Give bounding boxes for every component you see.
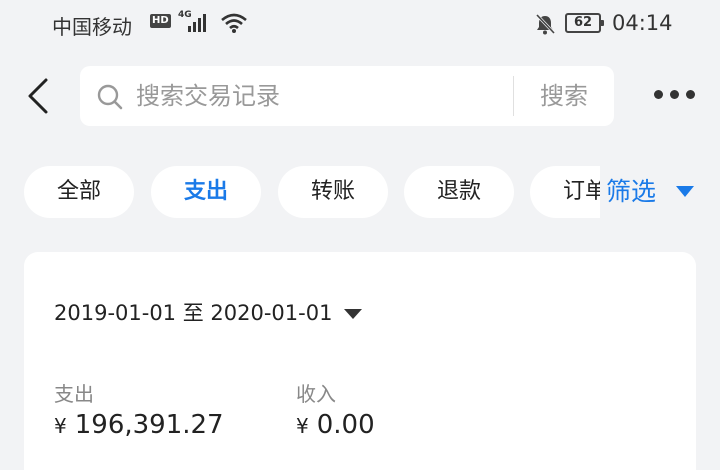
expense-label: 支出 [54, 382, 94, 406]
date-range-text: 2019-01-01 至 2020-01-01 [54, 301, 333, 325]
category-tabs: 全部 支出 转账 退款 订单 筛选 [0, 166, 720, 220]
filter-button[interactable]: 筛选 [600, 166, 720, 218]
status-bar: 中国移动 HD 4G 62 04:14 [0, 0, 720, 50]
caret-down-icon [676, 186, 694, 197]
search-input[interactable] [136, 66, 506, 126]
summary-card: 2019-01-01 至 2020-01-01 支出 ¥196,391.27 收… [24, 252, 696, 470]
expense-amount: ¥196,391.27 [54, 410, 224, 440]
income-amount: ¥0.00 [296, 410, 375, 440]
signal-icon [188, 14, 206, 32]
currency-symbol: ¥ [54, 414, 67, 438]
status-time: 04:14 [612, 11, 673, 35]
battery-indicator: 62 [565, 13, 604, 33]
back-icon[interactable] [22, 76, 54, 116]
tab-refund[interactable]: 退款 [404, 166, 514, 218]
income-value: 0.00 [316, 410, 375, 440]
wifi-icon [221, 13, 247, 33]
bell-off-icon [535, 13, 556, 35]
tab-order[interactable]: 订单 [530, 166, 600, 218]
search-icon [97, 84, 123, 110]
income-label: 收入 [296, 382, 336, 406]
tab-order-clip: 订单 [530, 166, 600, 218]
filter-label: 筛选 [606, 177, 657, 206]
hd-badge: HD [150, 14, 171, 28]
tab-expense[interactable]: 支出 [151, 166, 261, 218]
tab-all[interactable]: 全部 [24, 166, 134, 218]
date-range-selector[interactable]: 2019-01-01 至 2020-01-01 [54, 298, 363, 328]
tab-transfer[interactable]: 转账 [278, 166, 388, 218]
search-button[interactable]: 搜索 [514, 66, 614, 126]
carrier-name: 中国移动 [52, 15, 132, 39]
more-options-icon[interactable] [652, 88, 696, 102]
currency-symbol: ¥ [296, 414, 309, 438]
expense-value: 196,391.27 [74, 410, 224, 440]
caret-down-icon [344, 309, 363, 319]
search-box: 搜索 [80, 66, 614, 126]
